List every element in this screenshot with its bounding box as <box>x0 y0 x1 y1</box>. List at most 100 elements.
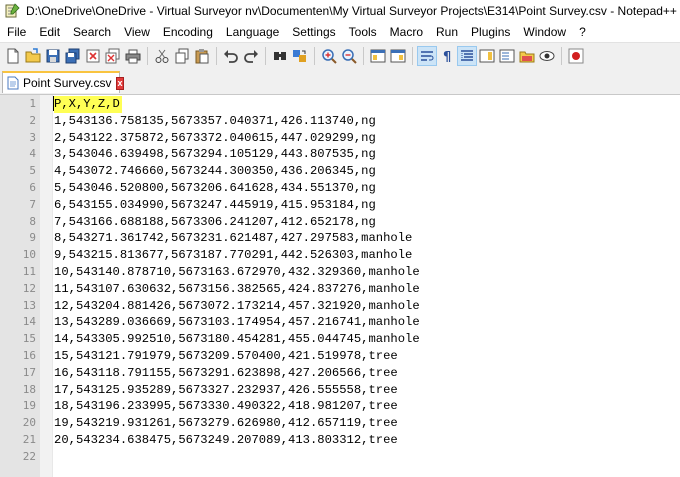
editor-area[interactable]: 1 2 3 4 5 6 7 8 9 10 11 12 13 14 15 16 17 18 19 20 21 22 P,X,… <box>0 95 680 477</box>
line-number: 7 <box>29 197 36 211</box>
sync-vertical-icon[interactable] <box>369 47 387 65</box>
menu-settings[interactable]: Settings <box>285 25 341 39</box>
line-number: 22 <box>22 449 36 463</box>
code-line: 18,543196.233995,5673330.490322,418.9812… <box>54 399 398 414</box>
title-bar: D:\OneDrive\OneDrive - Virtual Surveyor … <box>0 0 680 22</box>
code-line: 7,543166.688188,5673306.241207,412.65217… <box>54 214 376 229</box>
menu-plugins[interactable]: Plugins <box>464 25 516 39</box>
new-file-icon[interactable] <box>4 47 22 65</box>
menu-file[interactable]: File <box>0 25 32 39</box>
toolbar: ¶ <box>0 42 680 70</box>
document-map-icon[interactable] <box>478 47 496 65</box>
cut-icon[interactable] <box>153 47 171 65</box>
line-number: 2 <box>29 113 36 127</box>
line-number: 13 <box>22 298 36 312</box>
word-wrap-icon[interactable] <box>417 46 437 66</box>
record-macro-icon[interactable] <box>567 47 585 65</box>
menu-language[interactable]: Language <box>219 25 285 39</box>
notepad-app-icon <box>4 3 20 19</box>
code-line: 19,543219.931261,5673279.626980,412.6571… <box>54 416 398 431</box>
print-icon[interactable] <box>124 47 142 65</box>
indent-guide-icon[interactable] <box>457 46 477 66</box>
fold-margin <box>40 95 53 477</box>
text-caret <box>53 96 54 111</box>
menu-search[interactable]: Search <box>66 25 117 39</box>
menu-macro[interactable]: Macro <box>383 25 429 39</box>
tab-point-survey[interactable]: Point Survey.csv x <box>2 71 124 93</box>
code-line: 14,543305.992510,5673180.454281,455.0447… <box>54 332 420 347</box>
zoom-out-icon[interactable] <box>340 47 358 65</box>
line-number: 14 <box>22 315 36 329</box>
code-line: 5,543046.520800,5673206.641628,434.55137… <box>54 181 376 195</box>
line-number: 16 <box>22 349 36 362</box>
line-number: 15 <box>22 332 36 346</box>
line-number-gutter: 1 2 3 4 5 6 7 8 9 10 11 12 13 14 15 16 17 18 19 20 21 22 <box>0 95 40 477</box>
line-number: 20 <box>22 416 36 430</box>
undo-icon[interactable] <box>222 47 240 65</box>
show-all-chars-icon[interactable]: ¶ <box>438 47 456 65</box>
code-line: 15,543121.791979,5673209.570400,421.5199… <box>54 349 398 363</box>
save-icon[interactable] <box>44 47 62 65</box>
line-number: 9 <box>29 231 36 245</box>
line-number: 5 <box>29 164 36 178</box>
menu-edit[interactable]: Edit <box>32 25 66 39</box>
paste-icon[interactable] <box>193 47 211 65</box>
code-line: 17,543125.935289,5673327.232937,426.5555… <box>54 382 398 397</box>
zoom-in-icon[interactable] <box>320 47 338 65</box>
line-number: 10 <box>22 248 36 262</box>
redo-icon[interactable] <box>242 47 260 65</box>
code-line-header: P,X,Y,Z,D <box>54 96 122 113</box>
toolbar-separator <box>412 47 413 65</box>
menu-run[interactable]: Run <box>429 25 464 39</box>
line-number: 4 <box>29 147 36 161</box>
code-line: 20,543234.638475,5673249.207089,413.8033… <box>54 433 398 447</box>
code-line: 13,543289.036669,5673103.174954,457.2167… <box>54 315 420 330</box>
line-number: 12 <box>22 281 36 295</box>
svg-text:¶: ¶ <box>443 50 451 64</box>
line-number: 21 <box>22 433 36 446</box>
code-line: 9,543215.813677,5673187.770291,442.52630… <box>54 248 413 263</box>
line-number: 19 <box>22 399 36 413</box>
line-number: 3 <box>29 130 36 144</box>
code-line: 6,543155.034990,5673247.445919,415.95318… <box>54 197 376 212</box>
copy-icon[interactable] <box>173 47 191 65</box>
find-icon[interactable] <box>271 47 289 65</box>
tab-bar: Point Survey.csv x <box>0 69 680 95</box>
toolbar-separator <box>314 47 315 65</box>
sync-horizontal-icon[interactable] <box>389 47 407 65</box>
menu-view[interactable]: View <box>117 25 156 39</box>
replace-icon[interactable] <box>291 47 309 65</box>
menu-tools[interactable]: Tools <box>342 25 383 39</box>
toolbar-separator <box>216 47 217 65</box>
code-line: 16,543118.791155,5673291.623898,427.2065… <box>54 365 398 380</box>
line-number: 6 <box>29 181 36 194</box>
file-saved-icon <box>7 76 19 90</box>
code-line: 2,543122.375872,5673372.040615,447.02929… <box>54 130 376 145</box>
line-number: 11 <box>22 265 36 278</box>
line-number: 17 <box>22 365 36 379</box>
menu-window[interactable]: Window <box>516 25 572 39</box>
menu-encoding[interactable]: Encoding <box>156 25 219 39</box>
code-line: 11,543107.630632,5673156.382565,424.8372… <box>54 281 420 296</box>
toolbar-separator <box>561 47 562 65</box>
tab-label: Point Survey.csv <box>23 76 112 90</box>
open-file-icon[interactable] <box>24 47 42 65</box>
menu-help[interactable]: ? <box>572 25 592 39</box>
line-number: 8 <box>29 214 36 228</box>
folder-workspace-icon[interactable] <box>518 47 536 65</box>
window-title: D:\OneDrive\OneDrive - Virtual Surveyor … <box>26 4 677 18</box>
code-line: 1,543136.758135,5673357.040371,426.11374… <box>54 113 376 128</box>
tab-close-icon[interactable]: x <box>116 76 124 90</box>
code-line: 12,543204.881426,5673072.173214,457.3219… <box>54 298 420 313</box>
close-all-icon[interactable] <box>104 47 122 65</box>
function-list-icon[interactable] <box>498 47 516 65</box>
monitoring-icon[interactable] <box>538 47 556 65</box>
toolbar-separator <box>147 47 148 65</box>
code-line: 3,543046.639498,5673294.105129,443.80753… <box>54 147 376 162</box>
close-icon[interactable] <box>84 47 102 65</box>
save-all-icon[interactable] <box>64 47 82 65</box>
toolbar-separator <box>363 47 364 65</box>
line-number: 1 <box>29 97 36 110</box>
code-line: 10,543140.878710,5673163.672970,432.3293… <box>54 265 420 279</box>
code-line: 4,543072.746660,5673244.300350,436.20634… <box>54 164 376 179</box>
